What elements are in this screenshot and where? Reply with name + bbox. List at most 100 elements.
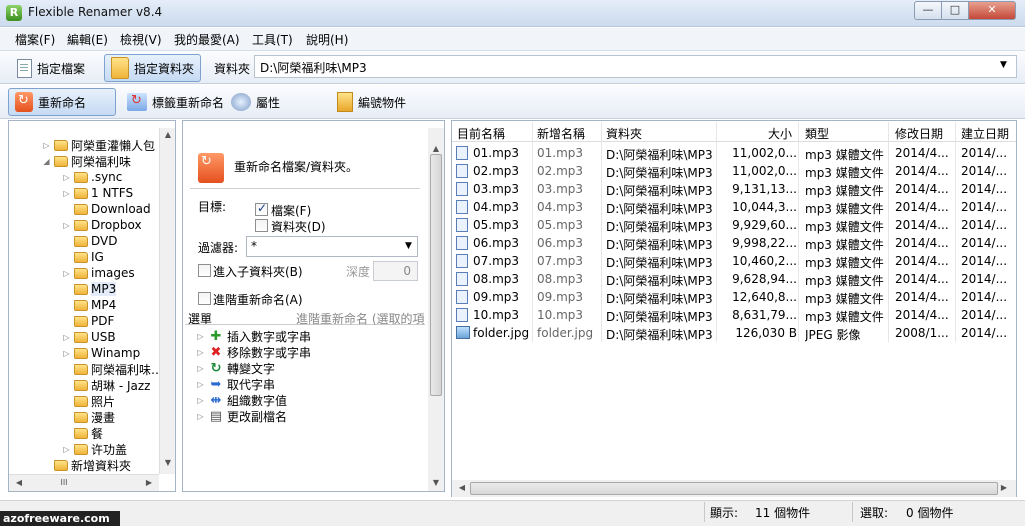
tree-item[interactable]: ▷ 1 NTFS — [62, 185, 133, 201]
filter-dropdown-icon[interactable]: ▼ — [405, 241, 412, 251]
operation-item[interactable]: ▷ ↻ 轉變文字 — [196, 360, 275, 376]
numbering-label: 編號物件 — [358, 95, 407, 110]
menu-edit[interactable]: 編輯(E) — [67, 31, 108, 48]
scroll-left-icon[interactable]: ◀ — [11, 478, 27, 487]
filter-label: 過濾器: — [198, 241, 239, 255]
tree-item[interactable]: ◢ 阿榮福利味 — [42, 153, 131, 169]
tree-item[interactable]: DVD — [62, 233, 117, 249]
expander-icon[interactable]: ▷ — [42, 141, 51, 150]
column-type[interactable]: 類型 — [805, 125, 829, 142]
expander-icon[interactable]: ▷ — [196, 396, 205, 405]
select-folder-button[interactable]: 指定資料夾 — [104, 54, 202, 82]
path-dropdown-icon[interactable]: ▼ — [1000, 60, 1007, 70]
menu-favorites[interactable]: 我的最愛(A) — [174, 31, 240, 48]
tree-item[interactable]: 餐 — [62, 425, 103, 441]
tree-item[interactable]: ▷ Winamp — [62, 345, 140, 361]
menu-file[interactable]: 檔案(F) — [15, 31, 55, 48]
tree-horizontal-scrollbar[interactable]: ◀ III ▶ — [9, 474, 159, 491]
expander-icon[interactable]: ▷ — [196, 364, 205, 373]
tree-item[interactable]: 新增資料夾 — [42, 457, 131, 473]
file-row[interactable]: 05.mp3 05.mp3 D:\阿榮福利味\MP3 9,929,60... mp3 媒… — [452, 216, 1016, 234]
menu-view[interactable]: 檢視(V) — [120, 31, 162, 48]
operation-item[interactable]: ▷ ✖ 移除數字或字串 — [196, 344, 311, 360]
file-row[interactable]: 07.mp3 07.mp3 D:\阿榮福利味\MP3 10,460,2... mp3 媒… — [452, 252, 1016, 270]
scroll-down-icon[interactable]: ▼ — [428, 478, 444, 487]
file-row[interactable]: folder.jpg folder.jpg D:\阿榮福利味\MP3 126,030 … — [452, 324, 1016, 342]
expander-icon[interactable]: ▷ — [62, 173, 71, 182]
tree-item[interactable]: PDF — [62, 313, 114, 329]
tree-item[interactable]: Download — [62, 201, 151, 217]
scroll-left-icon[interactable]: ◀ — [454, 483, 470, 492]
scroll-down-icon[interactable]: ▼ — [160, 458, 176, 467]
select-files-button[interactable]: 指定檔案 — [10, 54, 92, 82]
expander-icon[interactable]: ▷ — [62, 189, 71, 198]
settings-scroll-thumb[interactable] — [430, 154, 442, 396]
expander-icon[interactable]: ▷ — [196, 332, 205, 341]
tree-vertical-scrollbar[interactable]: ▲ ▼ — [159, 128, 175, 474]
operation-item[interactable]: ▷ ➥ 取代字串 — [196, 376, 275, 392]
depth-input[interactable]: 0 — [373, 261, 418, 281]
tree-item[interactable]: IG — [62, 249, 104, 265]
numbering-button[interactable]: 編號物件 — [330, 88, 413, 116]
file-row[interactable]: 02.mp3 02.mp3 D:\阿榮福利味\MP3 11,002,0... mp3 媒… — [452, 162, 1016, 180]
scroll-right-icon[interactable]: ▶ — [996, 483, 1012, 492]
tree-item[interactable]: ▷ 阿榮重灌懶人包 — [42, 137, 155, 153]
file-row[interactable]: 09.mp3 09.mp3 D:\阿榮福利味\MP3 12,640,8... mp3 媒… — [452, 288, 1016, 306]
close-button[interactable]: ✕ — [968, 1, 1016, 20]
operation-item[interactable]: ▷ ▤ 更改副檔名 — [196, 408, 287, 424]
filter-combobox[interactable]: * — [246, 236, 418, 257]
tree-item[interactable]: ▷ Dropbox — [62, 217, 141, 233]
properties-button[interactable]: 屬性 — [224, 88, 287, 116]
tree-item-selected[interactable]: MP3 — [62, 281, 117, 297]
expander-icon[interactable]: ▷ — [196, 380, 205, 389]
tree-item[interactable]: ▷ USB — [62, 329, 115, 345]
file-cell-created: 2014/... — [961, 308, 1008, 322]
menu-help[interactable]: 說明(H) — [306, 31, 348, 48]
tree-item[interactable]: ▷ 许功盖 — [62, 441, 127, 457]
column-current-name[interactable]: 目前名稱 — [457, 125, 505, 142]
file-row[interactable]: 08.mp3 08.mp3 D:\阿榮福利味\MP3 9,628,94... mp3 媒… — [452, 270, 1016, 288]
folders-checkbox[interactable] — [255, 219, 268, 232]
file-row[interactable]: 04.mp3 04.mp3 D:\阿榮福利味\MP3 10,044,3... mp3 媒… — [452, 198, 1016, 216]
expander-icon[interactable]: ◢ — [42, 157, 51, 166]
file-row[interactable]: 01.mp3 01.mp3 D:\阿榮福利味\MP3 11,002,0... mp3 媒… — [452, 144, 1016, 162]
folder-path-input[interactable]: D:\阿榮福利味\MP3 — [254, 55, 1017, 78]
column-size[interactable]: 大小 — [768, 125, 792, 142]
files-checkbox[interactable] — [255, 201, 268, 216]
expander-icon[interactable]: ▷ — [196, 412, 205, 421]
operation-item[interactable]: ▷ ⇹ 組織數字值 — [196, 392, 287, 408]
expander-icon[interactable]: ▷ — [62, 333, 71, 342]
tree-item[interactable]: 阿榮福利味… — [62, 361, 163, 377]
advanced-rename-checkbox[interactable] — [198, 292, 211, 305]
expander-icon[interactable]: ▷ — [62, 445, 71, 454]
tree-item[interactable]: 照片 — [62, 393, 115, 409]
tree-item[interactable]: MP4 — [62, 297, 116, 313]
tree-item[interactable]: ▷ .sync — [62, 169, 122, 185]
column-modified[interactable]: 修改日期 — [895, 125, 943, 142]
subfolders-checkbox[interactable] — [198, 264, 211, 277]
column-new-name[interactable]: 新增名稱 — [537, 125, 585, 142]
tag-rename-button[interactable]: 標籤重新命名 — [120, 88, 231, 116]
file-row[interactable]: 10.mp3 10.mp3 D:\阿榮福利味\MP3 8,631,79... mp3 媒… — [452, 306, 1016, 324]
column-folder[interactable]: 資料夾 — [606, 125, 642, 142]
operation-item[interactable]: ▷ ✚ 插入數字或字串 — [196, 328, 311, 344]
file-row[interactable]: 03.mp3 03.mp3 D:\阿榮福利味\MP3 9,131,13... mp3 媒… — [452, 180, 1016, 198]
file-row[interactable]: 06.mp3 06.mp3 D:\阿榮福利味\MP3 9,998,22... mp3 媒… — [452, 234, 1016, 252]
expander-icon[interactable]: ▷ — [196, 348, 205, 357]
expander-icon[interactable]: ▷ — [62, 349, 71, 358]
scroll-grip-icon[interactable]: III — [49, 478, 79, 487]
tree-item[interactable]: ▷ images — [62, 265, 134, 281]
scroll-up-icon[interactable]: ▲ — [428, 144, 444, 153]
file-list-scroll-thumb[interactable] — [470, 482, 998, 495]
expander-icon[interactable]: ▷ — [62, 269, 71, 278]
rename-mode-button[interactable]: 重新命名 — [8, 88, 116, 116]
expander-icon[interactable]: ▷ — [62, 221, 71, 230]
tree-item[interactable]: 胡琳 - Jazz — [62, 377, 150, 393]
maximize-button[interactable]: □ — [941, 1, 969, 20]
minimize-button[interactable]: — — [914, 1, 942, 20]
scroll-up-icon[interactable]: ▲ — [160, 130, 176, 139]
scroll-right-icon[interactable]: ▶ — [141, 478, 157, 487]
menu-tools[interactable]: 工具(T) — [252, 31, 293, 48]
column-created[interactable]: 建立日期 — [961, 125, 1009, 142]
tree-item[interactable]: 漫畫 — [62, 409, 115, 425]
